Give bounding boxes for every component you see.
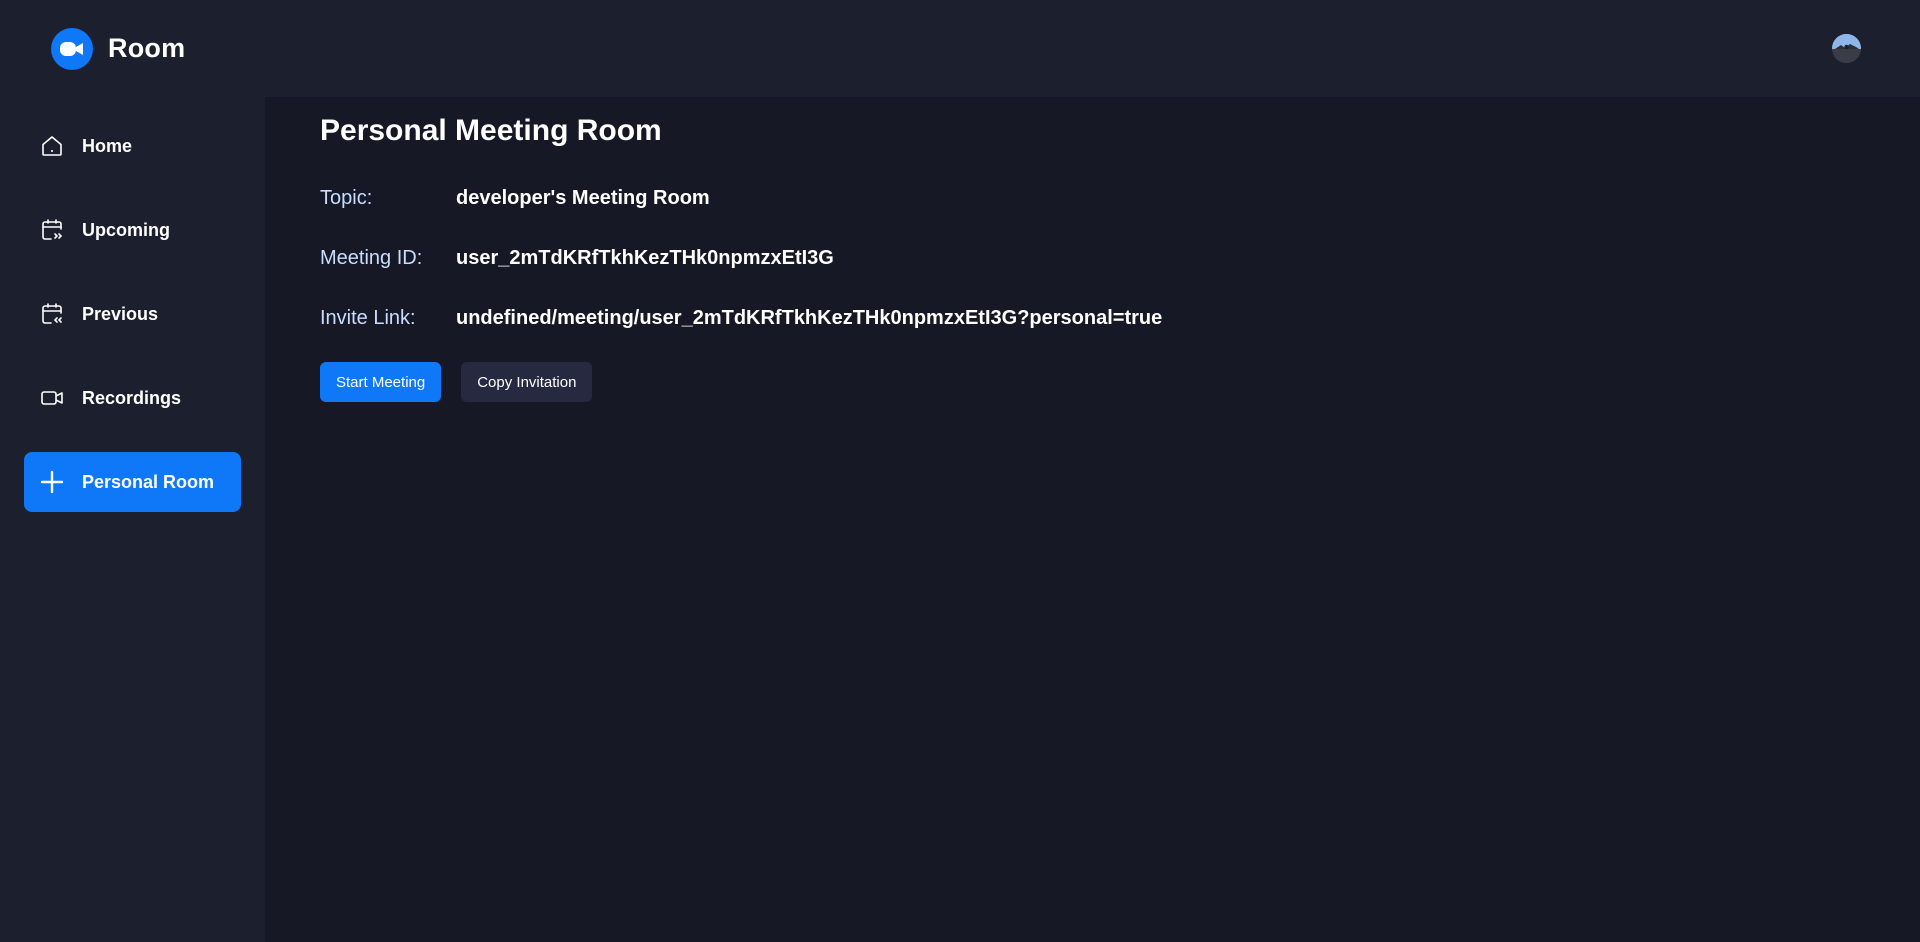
sidebar-item-upcoming[interactable]: Upcoming <box>24 200 241 260</box>
app-name: Room <box>108 33 186 63</box>
invite-link-value: undefined/meeting/user_2mTdKRfTkhKezTHk0… <box>456 306 1163 329</box>
calendar-upcoming-icon <box>40 218 64 242</box>
user-avatar[interactable] <box>1832 34 1861 63</box>
action-buttons: Start Meeting Copy Invitation <box>320 362 1920 402</box>
logo-icon <box>51 27 93 70</box>
sidebar-item-label: Home <box>82 135 133 156</box>
plus-icon <box>40 470 64 494</box>
sidebar-item-label: Upcoming <box>82 219 170 240</box>
sidebar-item-label: Recordings <box>82 387 182 408</box>
sidebar-item-personal-room[interactable]: Personal Room <box>24 452 241 512</box>
page-title: Personal Meeting Room <box>320 114 662 147</box>
sidebar-item-label: Previous <box>82 303 159 324</box>
sidebar-item-label: Personal Room <box>82 471 215 492</box>
copy-invitation-button[interactable]: Copy Invitation <box>461 362 593 402</box>
brand-link[interactable]: Room <box>51 27 186 70</box>
video-icon <box>40 386 64 410</box>
top-navbar: Room <box>0 0 1920 97</box>
meeting-id-value: user_2mTdKRfTkhKezTHk0npmzxEtI3G <box>456 246 834 269</box>
sidebar: Home Upcoming Previous Recordings Person… <box>0 97 265 942</box>
sidebar-item-home[interactable]: Home <box>24 116 241 176</box>
meeting-id-label: Meeting ID: <box>320 246 423 269</box>
main-content: Personal Meeting Room Topic: developer's… <box>265 97 1920 942</box>
invite-link-row: Invite Link: undefined/meeting/user_2mTd… <box>320 302 1920 334</box>
topic-label: Topic: <box>320 186 373 209</box>
calendar-previous-icon <box>40 302 64 326</box>
meeting-id-row: Meeting ID: user_2mTdKRfTkhKezTHk0npmzxE… <box>320 242 1920 274</box>
sidebar-item-previous[interactable]: Previous <box>24 284 241 344</box>
topic-value: developer's Meeting Room <box>456 186 710 209</box>
home-icon <box>40 134 64 158</box>
invite-link-label: Invite Link: <box>320 306 416 329</box>
sidebar-item-recordings[interactable]: Recordings <box>24 368 241 428</box>
topic-row: Topic: developer's Meeting Room <box>320 182 1920 214</box>
start-meeting-button[interactable]: Start Meeting <box>320 362 442 402</box>
